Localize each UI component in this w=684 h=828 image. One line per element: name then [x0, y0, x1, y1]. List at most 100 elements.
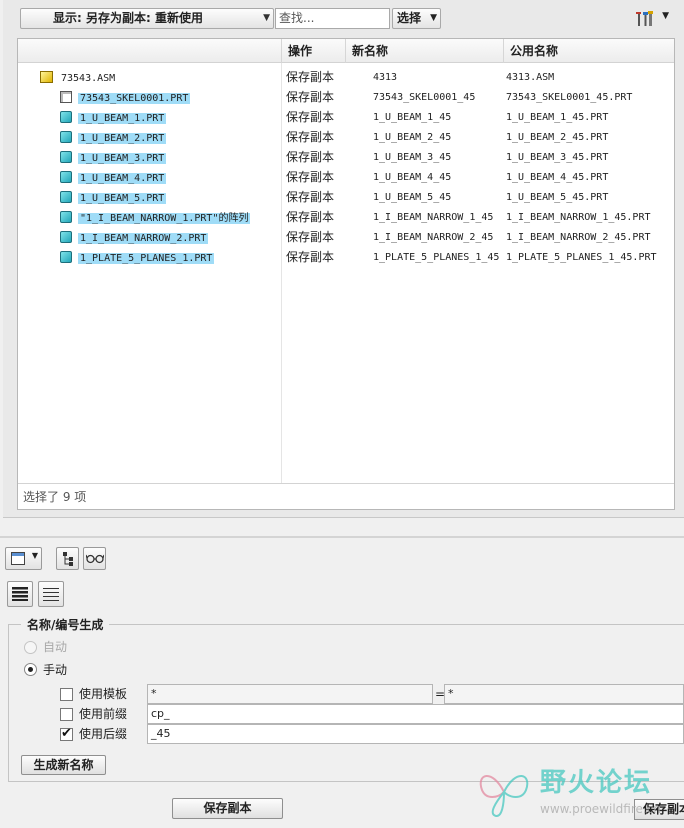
use-suffix-label: 使用后缀	[79, 727, 128, 741]
table-row[interactable]: "1_I_BEAM_NARROW_1.PRT"的阵列 保存副本 1_I_BEAM_N…	[18, 207, 674, 227]
tree-view-button[interactable]	[56, 547, 79, 570]
use-template-checkbox[interactable]	[60, 688, 73, 701]
table-row[interactable]: 1_U_BEAM_5.PRT 保存副本 1_U_BEAM_5_45 1_U_BEAM_…	[18, 187, 674, 207]
row-new-name[interactable]: 1_I_BEAM_NARROW_2_45	[373, 230, 493, 246]
row-new-name[interactable]: 1_U_BEAM_4_45	[373, 170, 451, 186]
search-input[interactable]: 查找...	[275, 8, 390, 29]
use-prefix-checkbox[interactable]	[60, 708, 73, 721]
template-result-input[interactable]: *	[444, 684, 684, 704]
row-action[interactable]: 保存副本	[286, 229, 334, 245]
forum-watermark: 野火论坛 www.proewildfire.cn	[474, 760, 678, 824]
prefix-input[interactable]: cp_	[147, 704, 684, 724]
use-suffix-checkbox[interactable]	[60, 726, 73, 741]
table-header: 操作 新名称 公用名称	[18, 39, 674, 63]
panel-splitter[interactable]	[0, 536, 684, 538]
glasses-icon	[86, 554, 104, 564]
generate-names-button[interactable]: 生成新名称	[21, 755, 106, 775]
row-name: 1_U_BEAM_2.PRT	[78, 133, 167, 144]
use-prefix-label: 使用前缀	[79, 707, 128, 721]
row-common-name[interactable]: 1_U_BEAM_5_45.PRT	[506, 190, 608, 206]
table-row[interactable]: 1_U_BEAM_2.PRT 保存副本 1_U_BEAM_2_45 1_U_BEAM_…	[18, 127, 674, 147]
prefix-value: cp_	[151, 707, 170, 720]
selection-status: 选择了 9 项	[18, 483, 674, 509]
suffix-value: _45	[151, 727, 171, 740]
row-new-name[interactable]: 1_U_BEAM_3_45	[373, 150, 451, 166]
row-name-cell[interactable]: 73543_SKEL0001.PRT	[60, 89, 191, 105]
tree-structure-icon	[63, 552, 73, 566]
row-common-name[interactable]: 1_U_BEAM_4_45.PRT	[506, 170, 608, 186]
row-name-cell[interactable]: 73543.ASM	[40, 69, 117, 85]
row-name-cell[interactable]: 1_PLATE_5_PLANES_1.PRT	[60, 249, 215, 265]
row-name: 1_U_BEAM_1.PRT	[78, 113, 167, 124]
row-new-name[interactable]: 1_U_BEAM_5_45	[373, 190, 451, 206]
naming-group-title: 名称/编号生成	[21, 616, 110, 633]
part-icon	[60, 171, 72, 183]
row-action[interactable]: 保存副本	[286, 129, 334, 145]
row-new-name[interactable]: 4313	[373, 70, 397, 86]
row-name: 1_I_BEAM_NARROW_2.PRT	[78, 233, 209, 244]
butterfly-logo-icon	[479, 775, 529, 817]
row-name-cell[interactable]: 1_U_BEAM_2.PRT	[60, 129, 167, 145]
preview-button[interactable]	[83, 547, 106, 570]
row-action[interactable]: 保存副本	[286, 109, 334, 125]
detail-list-button[interactable]	[7, 581, 33, 607]
row-name-cell[interactable]: 1_U_BEAM_5.PRT	[60, 189, 167, 205]
table-row[interactable]: 1_PLATE_5_PLANES_1.PRT 保存副本 1_PLATE_5_PLAN…	[18, 247, 674, 267]
manual-radio-label: 手动	[43, 663, 68, 677]
row-common-name[interactable]: 1_I_BEAM_NARROW_1_45.PRT	[506, 210, 651, 226]
template-input[interactable]: *	[147, 684, 433, 704]
table-row[interactable]: 73543.ASM 保存副本 4313 4313.ASM	[18, 67, 674, 87]
chevron-down-icon: ▼	[662, 11, 669, 21]
row-common-name[interactable]: 1_U_BEAM_2_45.PRT	[506, 130, 608, 146]
row-common-name[interactable]: 1_U_BEAM_1_45.PRT	[506, 110, 608, 126]
row-action[interactable]: 保存副本	[286, 89, 334, 105]
model-tree-panel: 显示: 另存为副本: 重新使用 ▼ 查找... 选择 ▼ ▼ 操作 新名称 公用…	[3, 0, 684, 518]
row-name-cell[interactable]: 1_U_BEAM_1.PRT	[60, 109, 167, 125]
row-name-cell[interactable]: 1_I_BEAM_NARROW_2.PRT	[60, 229, 209, 245]
table-row[interactable]: 1_I_BEAM_NARROW_2.PRT 保存副本 1_I_BEAM_NARROW…	[18, 227, 674, 247]
template-value: *	[151, 687, 157, 700]
suffix-input[interactable]: _45	[147, 724, 684, 744]
table-row[interactable]: 73543_SKEL0001.PRT 保存副本 73543_SKEL0001_45 7…	[18, 87, 674, 107]
display-combo[interactable]: 显示: 另存为副本: 重新使用 ▼	[20, 8, 274, 29]
row-common-name[interactable]: 1_U_BEAM_3_45.PRT	[506, 150, 608, 166]
auto-radio[interactable]	[24, 641, 37, 654]
row-new-name[interactable]: 73543_SKEL0001_45	[373, 90, 475, 106]
table-row[interactable]: 1_U_BEAM_3.PRT 保存副本 1_U_BEAM_3_45 1_U_BEAM_…	[18, 147, 674, 167]
save-copy-button[interactable]: 保存副本	[172, 798, 283, 819]
row-common-name[interactable]: 73543_SKEL0001_45.PRT	[506, 90, 632, 106]
select-button-label: 选择	[397, 11, 422, 25]
row-common-name[interactable]: 4313.ASM	[506, 70, 554, 86]
row-common-name[interactable]: 1_PLATE_5_PLANES_1_45.PRT	[506, 250, 657, 266]
table-row[interactable]: 1_U_BEAM_1.PRT 保存副本 1_U_BEAM_1_45 1_U_BEAM_…	[18, 107, 674, 127]
list-detail-icon	[12, 587, 28, 601]
table-row[interactable]: 1_U_BEAM_4.PRT 保存副本 1_U_BEAM_4_45 1_U_BEAM_…	[18, 167, 674, 187]
row-action[interactable]: 保存副本	[286, 149, 334, 165]
row-new-name[interactable]: 1_PLATE_5_PLANES_1_45	[373, 250, 499, 266]
search-placeholder: 查找...	[279, 11, 315, 25]
column-header-new-name[interactable]: 新名称	[345, 39, 503, 63]
model-tree-table: 操作 新名称 公用名称 73543.ASM 保存副本 4313 4313.ASM 735…	[17, 38, 675, 510]
row-action[interactable]: 保存副本	[286, 169, 334, 185]
view-mode-button[interactable]: ▼	[5, 547, 42, 570]
row-name-cell[interactable]: 1_U_BEAM_4.PRT	[60, 169, 167, 185]
row-action[interactable]: 保存副本	[286, 189, 334, 205]
row-action[interactable]: 保存副本	[286, 209, 334, 225]
row-new-name[interactable]: 1_U_BEAM_1_45	[373, 110, 451, 126]
manual-radio[interactable]	[24, 663, 37, 676]
select-button[interactable]: 选择 ▼	[392, 8, 441, 29]
simple-list-button[interactable]	[38, 581, 64, 607]
row-name-cell[interactable]: "1_I_BEAM_NARROW_1.PRT"的阵列	[60, 209, 251, 225]
row-common-name[interactable]: 1_I_BEAM_NARROW_2_45.PRT	[506, 230, 651, 246]
tools-button[interactable]: ▼	[631, 8, 671, 30]
row-new-name[interactable]: 1_U_BEAM_2_45	[373, 130, 451, 146]
column-header-action[interactable]: 操作	[281, 39, 345, 63]
row-action[interactable]: 保存副本	[286, 249, 334, 265]
row-new-name[interactable]: 1_I_BEAM_NARROW_1_45	[373, 210, 493, 226]
skeleton-part-icon	[60, 91, 72, 103]
part-icon	[60, 111, 72, 123]
row-action[interactable]: 保存副本	[286, 69, 334, 85]
column-header-common-name[interactable]: 公用名称	[503, 39, 659, 63]
chevron-down-icon: ▼	[430, 13, 437, 23]
row-name-cell[interactable]: 1_U_BEAM_3.PRT	[60, 149, 167, 165]
